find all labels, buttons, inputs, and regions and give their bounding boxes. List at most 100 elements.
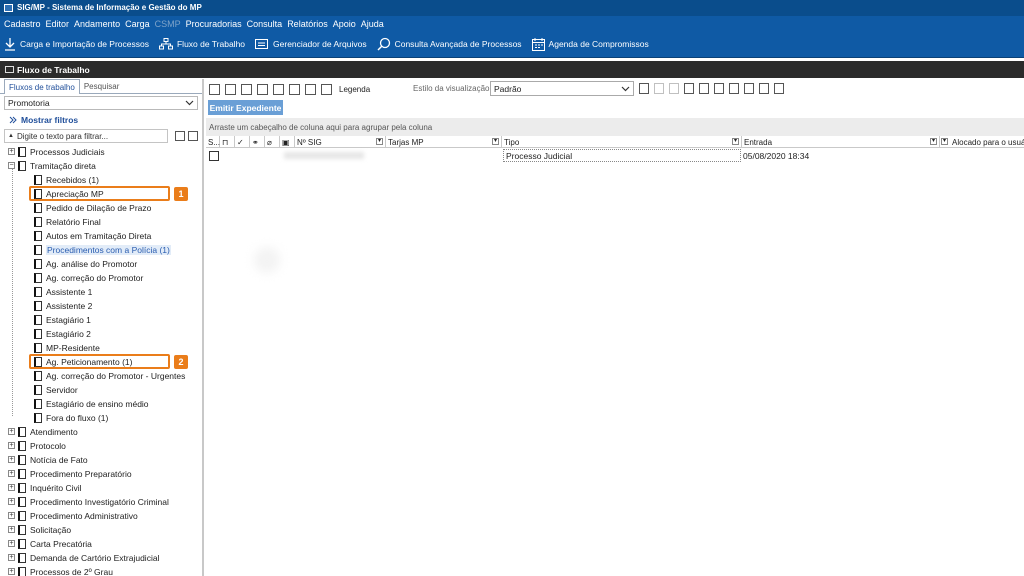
paste-icon[interactable] — [289, 83, 300, 95]
expand-icon[interactable]: + — [8, 456, 15, 463]
tree-node-root[interactable]: + Atendimento — [8, 425, 78, 438]
column-header-entrada[interactable]: Entrada ▾ — [742, 136, 940, 148]
column-header-nsig[interactable]: Nº SIG ▾ — [295, 136, 386, 148]
tree-item[interactable]: Autos em Tramitação Direta — [34, 229, 151, 242]
tree-node-root[interactable]: + Notícia de Fato — [8, 453, 88, 466]
menu-andamento[interactable]: Andamento — [74, 19, 120, 29]
expand-icon[interactable]: + — [8, 442, 15, 449]
refresh-icon[interactable] — [225, 83, 236, 95]
save-view-icon[interactable] — [639, 83, 649, 94]
filter-dropdown-icon[interactable]: ▾ — [376, 138, 383, 145]
gerenciador-arquivos-button[interactable]: Gerenciador de Arquivos — [255, 38, 367, 50]
fluxo-trabalho-button[interactable]: Fluxo de Trabalho — [158, 38, 245, 50]
expand-icon[interactable]: + — [8, 554, 15, 561]
expand-icon[interactable]: + — [8, 526, 15, 533]
tree-node-root[interactable]: + Processos de 2º Grau — [8, 565, 113, 576]
tree-item[interactable]: Pedido de Dilação de Prazo — [34, 201, 151, 214]
columns-icon[interactable] — [744, 83, 754, 94]
tree-node-root[interactable]: + Protocolo — [8, 439, 66, 452]
collapse-tree-icon[interactable] — [188, 131, 198, 141]
tree-item[interactable]: Assistente 2 — [34, 299, 92, 312]
print-preview-icon[interactable] — [759, 83, 769, 94]
menu-apoio[interactable]: Apoio — [333, 19, 356, 29]
expand-icon[interactable]: + — [8, 484, 15, 491]
tree-item[interactable]: Assistente 1 — [34, 285, 92, 298]
view-style-select[interactable]: Padrão — [490, 81, 634, 96]
forward-icon[interactable] — [273, 83, 284, 95]
export-excel-icon[interactable] — [684, 83, 694, 94]
tree-node-root[interactable]: + Procedimento Investigatório Criminal — [8, 495, 169, 508]
tree-node-root[interactable]: + Demanda de Cartório Extrajudicial — [8, 551, 159, 564]
tree-node-tramitacao-direta[interactable]: − Tramitação direta — [8, 159, 96, 172]
copy-icon[interactable] — [241, 83, 252, 95]
group-by-area[interactable]: Arraste um cabeçalho de coluna aqui para… — [206, 118, 1024, 136]
expand-icon[interactable]: + — [8, 428, 15, 435]
legend-button[interactable]: Legenda — [339, 85, 370, 94]
consulta-avancada-button[interactable]: Consulta Avançada de Processos — [377, 37, 522, 51]
expand-icon[interactable]: + — [8, 470, 15, 477]
column-header-attachment[interactable]: ⌀ — [265, 136, 280, 148]
export-pdf-icon[interactable] — [699, 83, 709, 94]
filter-dropdown-icon[interactable]: ▾ — [941, 138, 948, 145]
print-icon[interactable] — [774, 83, 784, 94]
emitir-expediente-button[interactable]: Emitir Expediente — [208, 100, 283, 115]
user-assign-icon[interactable] — [321, 83, 332, 95]
column-header-image[interactable]: ▣ — [280, 136, 295, 148]
tree-item[interactable]: Estagiário 2 — [34, 327, 91, 340]
tree-item[interactable]: Recebidos (1) — [34, 173, 99, 186]
tree-node-root[interactable]: + Procedimento Preparatório — [8, 467, 132, 480]
export-doc-icon[interactable] — [714, 83, 724, 94]
tree-item[interactable]: Estagiário 1 — [34, 313, 91, 326]
tree-item[interactable]: Ag. correção do Promotor - Urgentes — [34, 369, 185, 382]
tree-item[interactable]: MP-Residente — [34, 341, 100, 354]
tree-item[interactable]: Fora do fluxo (1) — [34, 411, 108, 424]
row-tipo-cell[interactable]: Processo Judicial — [503, 149, 741, 162]
tree-node-processos-judiciais[interactable]: + Processos Judiciais — [8, 145, 105, 158]
tree-item[interactable]: Ag. correção do Promotor — [34, 271, 143, 284]
menu-relatorios[interactable]: Relatórios — [287, 19, 328, 29]
agenda-compromissos-button[interactable]: Agenda de Compromissos — [531, 37, 649, 51]
table-row[interactable]: Processo Judicial 05/08/2020 18:34 — [206, 149, 1024, 162]
column-header-bookmark[interactable]: ⊓ — [220, 136, 235, 148]
expand-icon[interactable]: + — [8, 512, 15, 519]
menu-carga[interactable]: Carga — [125, 19, 150, 29]
expand-tree-icon[interactable] — [175, 131, 185, 141]
column-header-alocado[interactable]: ▾Alocado para o usuário — [940, 136, 1024, 148]
expand-icon[interactable]: + — [8, 568, 15, 575]
column-header-link[interactable]: ⚭ — [250, 136, 265, 148]
expand-icon[interactable]: + — [8, 540, 15, 547]
column-header-tipo[interactable]: Tipo ▾ — [502, 136, 742, 148]
tab-fluxos-trabalho[interactable]: Fluxos de trabalho — [4, 79, 80, 94]
expand-icon[interactable]: + — [8, 148, 15, 155]
column-header-status[interactable]: S... — [206, 136, 220, 148]
tree-item[interactable]: Servidor — [34, 383, 78, 396]
tree-item[interactable]: Relatório Final — [34, 215, 101, 228]
filter-dropdown-icon[interactable]: ▾ — [930, 138, 937, 145]
row-checkbox[interactable] — [209, 150, 219, 161]
filter-dropdown-icon[interactable]: ▾ — [492, 138, 499, 145]
menu-procuradorias[interactable]: Procuradorias — [186, 19, 242, 29]
tree-node-root[interactable]: + Inquérito Civil — [8, 481, 82, 494]
tree-filter-input[interactable]: ▲ Digite o texto para filtrar... — [4, 129, 168, 143]
tree-node-root[interactable]: + Procedimento Administrativo — [8, 509, 138, 522]
grid-layout-icon[interactable] — [729, 83, 739, 94]
filter-dropdown-icon[interactable]: ▾ — [732, 138, 739, 145]
tree-node-root[interactable]: + Solicitação — [8, 523, 71, 536]
column-header-check[interactable]: ✓ — [235, 136, 250, 148]
show-filters-link[interactable]: Mostrar filtros — [9, 114, 202, 126]
carga-importacao-button[interactable]: Carga e Importação de Processos — [4, 37, 149, 51]
menu-cadastro[interactable]: Cadastro — [4, 19, 41, 29]
column-header-tarjas[interactable]: Tarjas MP ▾ — [386, 136, 502, 148]
menu-editor[interactable]: Editor — [46, 19, 70, 29]
menu-consulta[interactable]: Consulta — [247, 19, 283, 29]
tab-pesquisar[interactable]: Pesquisar — [80, 79, 124, 93]
tree-node-root[interactable]: + Carta Precatória — [8, 537, 92, 550]
scope-select[interactable]: Promotoria — [4, 96, 198, 110]
tree-item[interactable]: Estagiário de ensino médio — [34, 397, 149, 410]
move-icon[interactable] — [257, 83, 268, 95]
tree-item-selected[interactable]: Procedimentos com a Polícia (1) — [34, 243, 171, 256]
menu-ajuda[interactable]: Ajuda — [361, 19, 384, 29]
flag-icon[interactable] — [305, 83, 316, 95]
new-document-icon[interactable] — [209, 83, 220, 95]
collapse-icon[interactable]: − — [8, 162, 15, 169]
